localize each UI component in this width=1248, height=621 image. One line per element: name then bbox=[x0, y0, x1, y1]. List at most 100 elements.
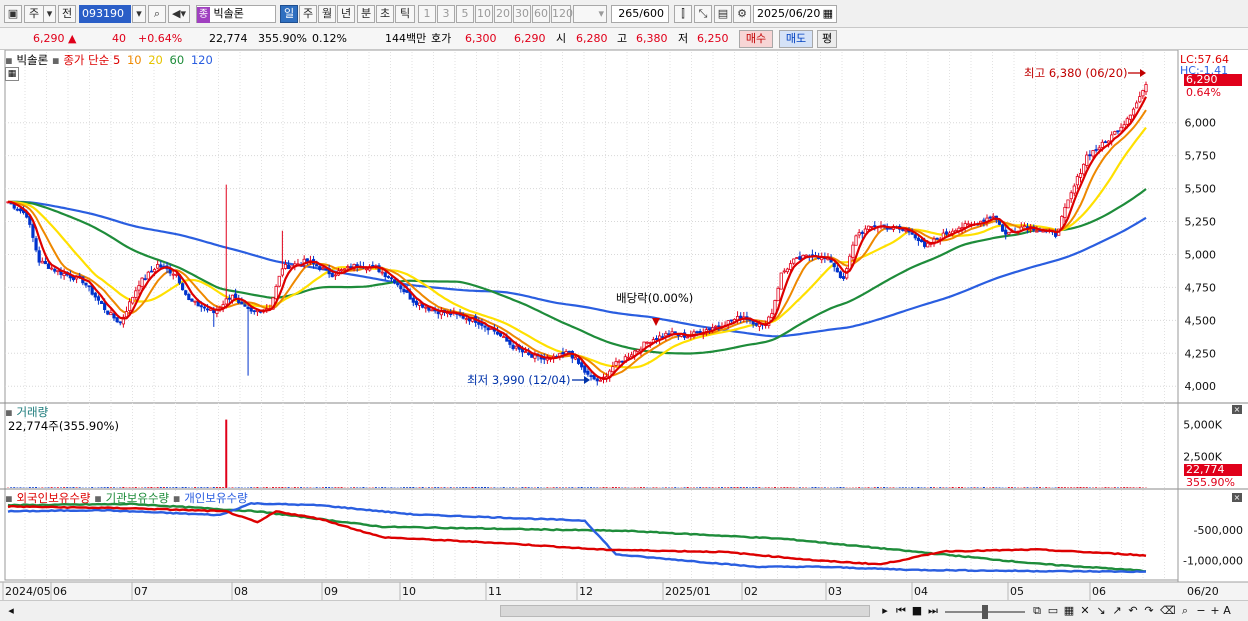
volume-bar bbox=[1026, 487, 1029, 488]
window-split-icon[interactable]: ▭ bbox=[1046, 604, 1060, 618]
interval-1[interactable]: 1 bbox=[418, 5, 436, 23]
candle-body bbox=[502, 336, 506, 339]
undo-icon[interactable]: ↶ bbox=[1126, 604, 1140, 618]
volume-bar bbox=[212, 487, 215, 488]
interval-3[interactable]: 3 bbox=[437, 5, 455, 23]
interval-5[interactable]: 5 bbox=[456, 5, 474, 23]
period-second[interactable]: 초 bbox=[376, 5, 394, 23]
copy-icon[interactable]: ⧉ bbox=[1030, 604, 1044, 618]
period-month[interactable]: 월 bbox=[318, 5, 336, 23]
volume-bar bbox=[683, 487, 686, 488]
sell-button[interactable]: 매도 bbox=[779, 30, 813, 48]
candle-body bbox=[982, 219, 986, 222]
volume-bar bbox=[1138, 487, 1141, 488]
font-size-icon[interactable]: A bbox=[1220, 604, 1234, 618]
window-icon[interactable]: ▣ bbox=[4, 5, 22, 23]
volume-bar bbox=[455, 487, 458, 488]
candle-body bbox=[527, 352, 531, 355]
candle-body bbox=[620, 360, 624, 363]
arrow-tool-icon[interactable]: ↗ bbox=[1110, 604, 1124, 618]
crosshair-icon[interactable]: ✕ bbox=[1078, 604, 1092, 618]
volume-bar bbox=[159, 487, 162, 488]
calendar-icon[interactable]: ▦ bbox=[823, 6, 833, 22]
price-tick-label: 5,000 bbox=[1185, 248, 1217, 261]
interval-1-label: 1 bbox=[423, 7, 431, 20]
drawing-tool-icon[interactable]: ⤡ bbox=[694, 5, 712, 23]
period-week[interactable]: 주 bbox=[299, 5, 317, 23]
bar-count-input[interactable]: 265/600 bbox=[611, 5, 669, 23]
layout-icon[interactable]: ▦ bbox=[1062, 604, 1076, 618]
delete-tool-icon[interactable]: ⌫ bbox=[1160, 604, 1176, 618]
candle-body bbox=[115, 317, 119, 323]
gear-icon[interactable]: ⚙ bbox=[733, 5, 751, 23]
candle-body bbox=[729, 319, 733, 322]
holdings-close-icon[interactable]: × bbox=[1232, 493, 1242, 502]
volume-bar bbox=[1085, 487, 1088, 488]
candle-type-icon[interactable]: ⫿ bbox=[674, 5, 692, 23]
chart-area[interactable]: 4,000 4,250 4,500 4,750 5,000 5,250 5,500 5,750… bbox=[0, 50, 1248, 600]
speaker-icon[interactable]: ◀▾ bbox=[168, 5, 190, 23]
volume-bar bbox=[527, 487, 530, 488]
zoom-slider-handle[interactable] bbox=[982, 605, 988, 619]
legend-ma60: 60 bbox=[169, 53, 185, 67]
stock-code-input[interactable]: 093190 bbox=[79, 5, 131, 23]
candle-body bbox=[318, 266, 322, 270]
interval-10[interactable]: 10 bbox=[475, 5, 493, 23]
save-icon[interactable]: ▤ bbox=[714, 5, 732, 23]
interval-30[interactable]: 30 bbox=[513, 5, 531, 23]
period-year[interactable]: 년 bbox=[337, 5, 355, 23]
candle-body bbox=[287, 264, 291, 269]
date-input[interactable]: 2025/06/20 ▦ bbox=[753, 5, 837, 23]
volume-bar bbox=[708, 487, 711, 488]
volume-bar bbox=[752, 487, 755, 488]
scroll-right-icon[interactable]: ▸ bbox=[878, 604, 892, 618]
stop-icon[interactable]: ■ bbox=[910, 604, 924, 618]
average-button[interactable]: 평 bbox=[817, 30, 837, 48]
candle-body bbox=[171, 273, 175, 276]
volume-bar bbox=[773, 487, 776, 488]
last-price-tag: 6,290 bbox=[1184, 74, 1242, 86]
interval-custom-select[interactable]: ▾ bbox=[573, 5, 607, 23]
volume-close-icon[interactable]: × bbox=[1232, 405, 1242, 414]
zoom-out-icon[interactable]: − bbox=[1194, 604, 1208, 618]
candle-body bbox=[770, 313, 774, 318]
period-tick[interactable]: 틱 bbox=[395, 5, 415, 23]
prev-button[interactable]: 전 bbox=[58, 5, 76, 23]
scroll-left-icon[interactable]: ◂ bbox=[4, 604, 18, 618]
interval-60[interactable]: 60 bbox=[532, 5, 550, 23]
chevron-down-icon[interactable]: ▾ bbox=[44, 5, 56, 23]
interval-120[interactable]: 120 bbox=[551, 5, 573, 23]
date-axis-right-label: 06/20 bbox=[1187, 585, 1219, 598]
volume-bar bbox=[992, 487, 995, 488]
candle-body bbox=[243, 304, 247, 307]
chart-scrollbar[interactable]: ◂ ▸ ⏮ ■ ⏭ ⧉ ▭ ▦ ✕ ↘ ↗ ↶ ↷ ⌫ ⌕ − + A bbox=[0, 600, 1248, 621]
ma120-series bbox=[7, 200, 1147, 338]
volume-bar bbox=[892, 487, 895, 488]
prev-label: 전 bbox=[61, 7, 73, 20]
market-select[interactable]: 주 bbox=[24, 5, 44, 23]
rewind-icon[interactable]: ⏮ bbox=[894, 604, 908, 618]
volume-bar bbox=[172, 487, 175, 488]
redo-icon[interactable]: ↷ bbox=[1142, 604, 1156, 618]
chart-canvas[interactable]: 4,000 4,250 4,500 4,750 5,000 5,250 5,500 5,750… bbox=[0, 50, 1248, 600]
trend-line-icon[interactable]: ↘ bbox=[1094, 604, 1108, 618]
volume-bar bbox=[13, 487, 16, 488]
candle-body bbox=[511, 344, 515, 350]
chart-options-icon[interactable]: ▦ bbox=[5, 67, 19, 81]
magnify-icon[interactable]: ⌕ bbox=[1178, 604, 1192, 618]
period-minute[interactable]: 분 bbox=[357, 5, 375, 23]
period-tick-label: 틱 bbox=[399, 7, 411, 20]
volume-value-label: 22,774주(355.90%) bbox=[8, 419, 119, 433]
interval-20[interactable]: 20 bbox=[494, 5, 512, 23]
period-day[interactable]: 일 bbox=[280, 5, 298, 23]
code-dropdown-icon[interactable]: ▾ bbox=[132, 5, 146, 23]
scroll-thumb[interactable] bbox=[500, 605, 870, 617]
stock-name-field[interactable]: 종 빅솔론 bbox=[196, 5, 276, 23]
buy-button[interactable]: 매수 bbox=[739, 30, 773, 48]
forward-icon[interactable]: ⏭ bbox=[926, 604, 940, 618]
volume-bar bbox=[56, 487, 59, 488]
candle-body bbox=[205, 308, 210, 311]
search-icon[interactable]: ⌕ bbox=[148, 5, 166, 23]
volume-bar bbox=[493, 487, 496, 488]
volume-bar bbox=[487, 487, 490, 488]
